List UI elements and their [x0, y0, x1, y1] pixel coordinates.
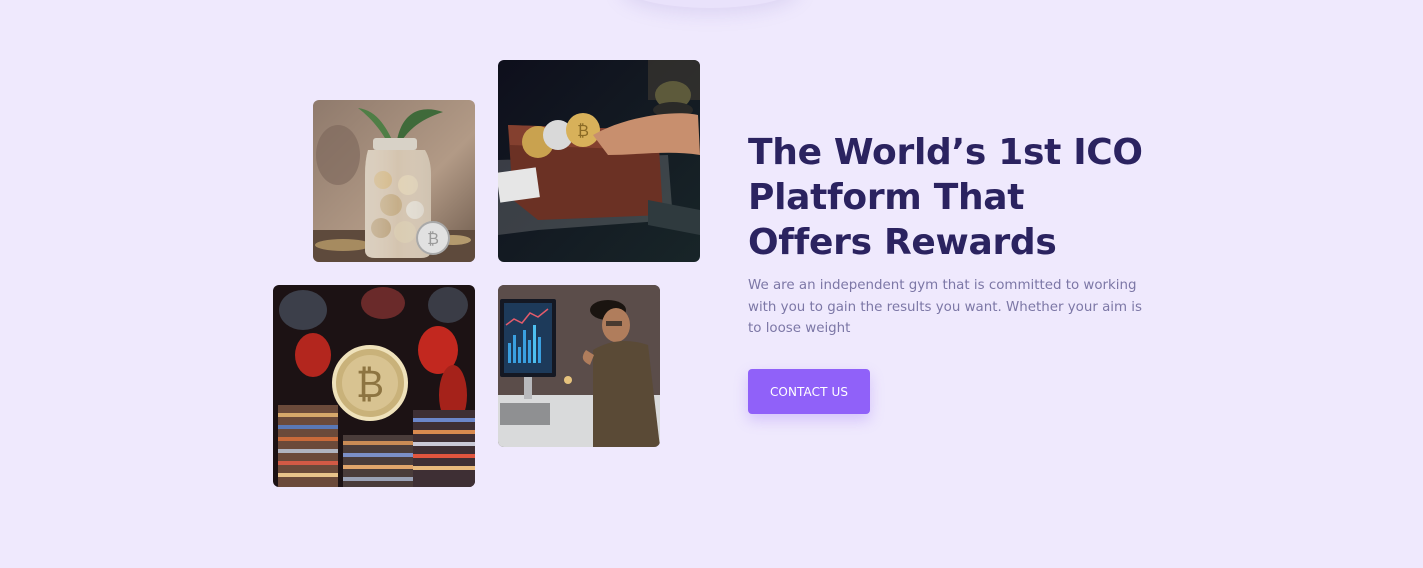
- contact-us-button[interactable]: CONTACT US: [748, 369, 870, 414]
- bitcoin-stacks-photo: ₿: [273, 285, 475, 487]
- svg-text:₿: ₿: [356, 362, 384, 406]
- description-text: We are an independent gym that is commit…: [748, 278, 1143, 336]
- decorative-glow: [620, 0, 800, 8]
- ico-intro-section: ₿ ₿ ₿ The World’s 1st ICO Platform That …: [0, 0, 1423, 568]
- headline: The World’s 1st ICO Platform That Offers…: [748, 132, 1143, 263]
- crypto-wallet-photo: ₿: [498, 60, 700, 262]
- svg-text:₿: ₿: [577, 121, 589, 140]
- intro-text-block: The World’s 1st ICO Platform That Offers…: [748, 130, 1148, 340]
- svg-text:₿: ₿: [427, 229, 439, 248]
- trader-photo: [498, 285, 660, 447]
- coin-jar-photo: ₿: [313, 100, 475, 262]
